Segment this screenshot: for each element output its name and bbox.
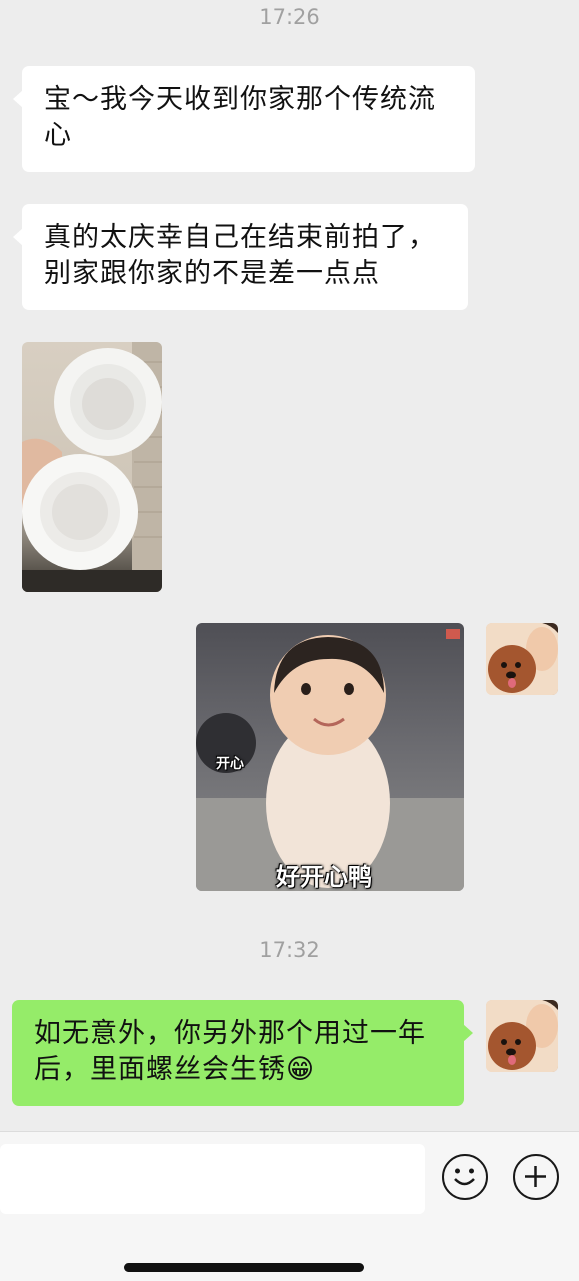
avatar-image (486, 1000, 558, 1072)
more-button[interactable] (513, 1154, 559, 1200)
message-text: 如无意外，你另外那个用过一年后，里面螺丝会生锈 (34, 1018, 426, 1085)
outgoing-sticker[interactable]: 开心 好开心鸭 (196, 623, 464, 891)
my-avatar[interactable] (486, 1000, 558, 1072)
chat-input-bar (0, 1131, 579, 1281)
grinning-emoji: 😁 (286, 1054, 316, 1085)
outgoing-message-bubble[interactable]: 如无意外，你另外那个用过一年后，里面螺丝会生锈😁 (12, 1000, 473, 1106)
plus-icon (525, 1166, 546, 1187)
home-indicator (124, 1263, 364, 1272)
emoji-button[interactable] (442, 1154, 488, 1200)
sticker-caption-small: 开心 (216, 756, 244, 772)
smiley-icon (454, 1168, 475, 1186)
timestamp: 17:32 (259, 938, 320, 962)
my-avatar[interactable] (486, 623, 558, 695)
incoming-message-bubble[interactable]: 真的太庆幸自己在结束前拍了，别家跟你家的不是差一点点 (13, 204, 468, 310)
sticker-caption-big: 好开心鸭 (276, 863, 372, 891)
avatar-image (486, 623, 558, 695)
message-text: 真的太庆幸自己在结束前拍了，别家跟你家的不是差一点点 (44, 222, 436, 289)
mooncake-mold-image (22, 342, 162, 592)
message-input[interactable] (0, 1144, 425, 1214)
message-text: 宝～我今天收到你家那个传统流心 (44, 84, 436, 151)
incoming-photo[interactable] (22, 342, 162, 592)
incoming-message-bubble[interactable]: 宝～我今天收到你家那个传统流心 (13, 66, 475, 172)
timestamp: 17:26 (259, 5, 320, 29)
